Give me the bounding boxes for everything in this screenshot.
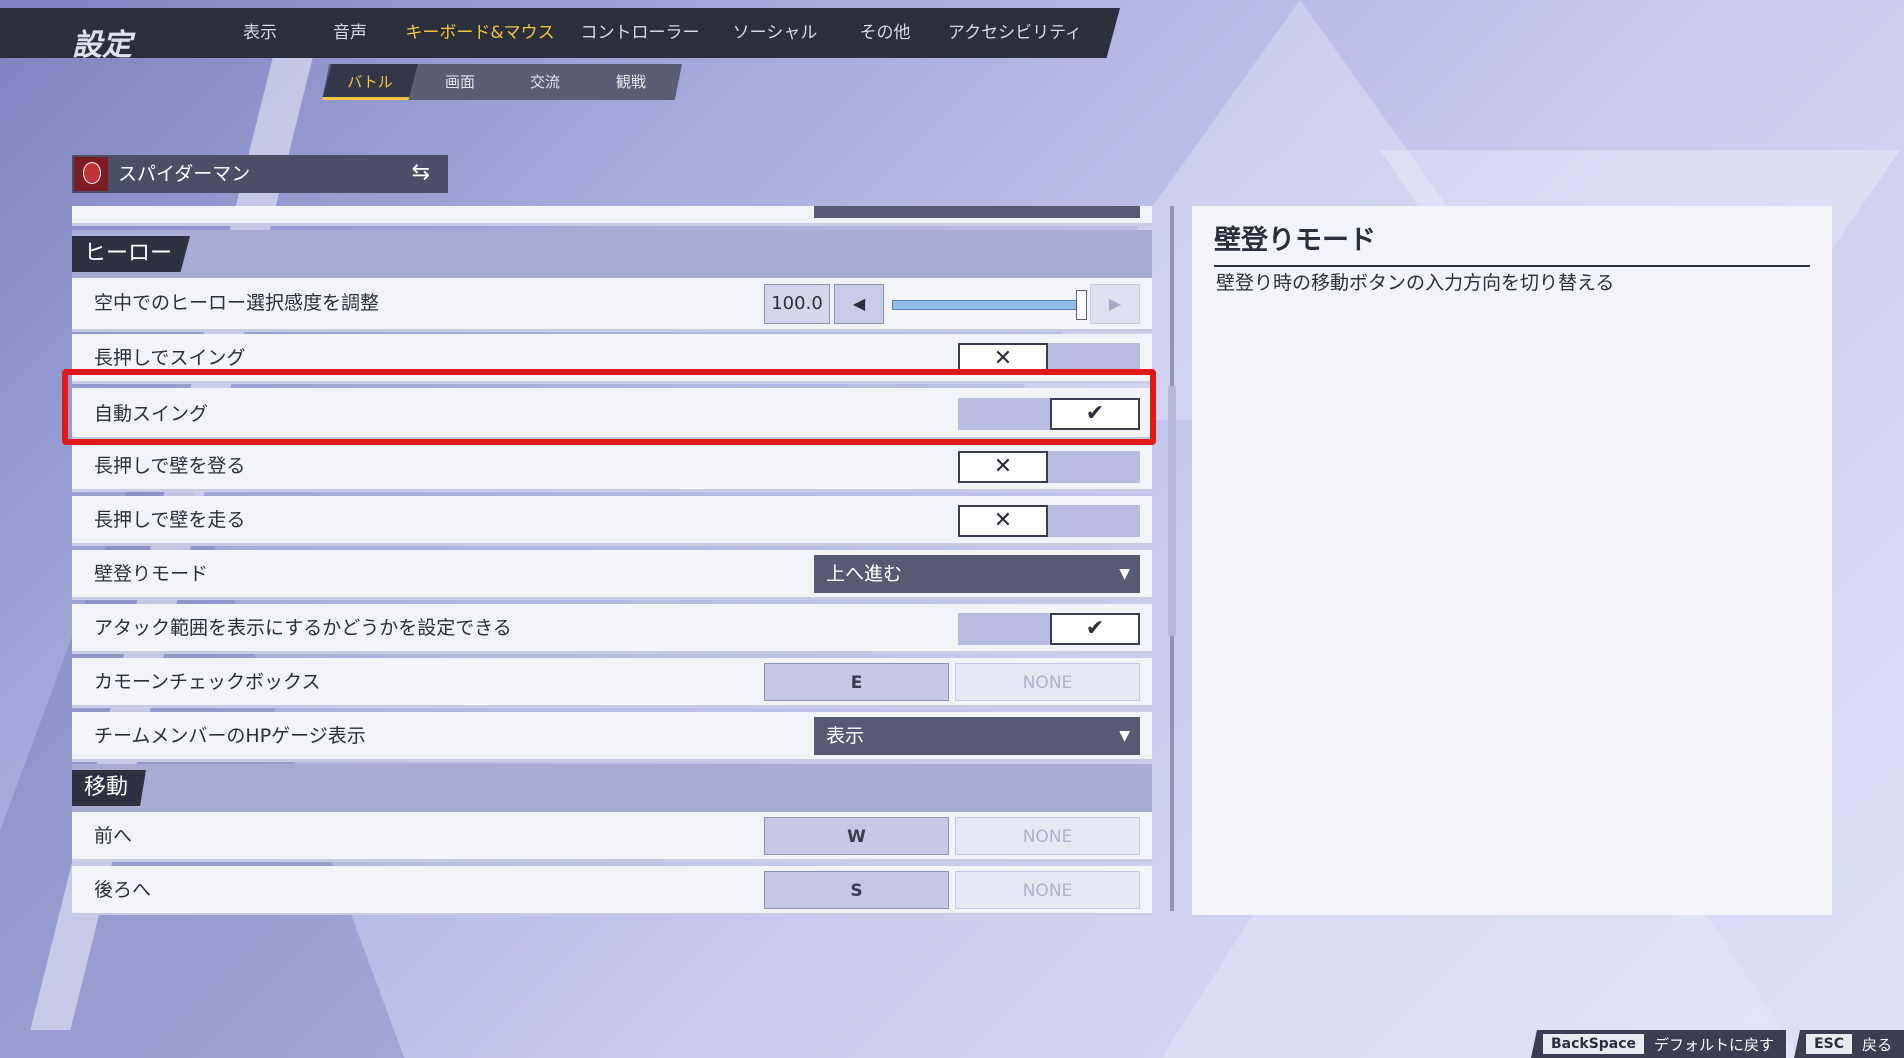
- attack-range-toggle[interactable]: ✔: [958, 613, 1140, 645]
- main-tabs: 表示 音声 キーボード&マウス コントローラー ソーシャル その他 アクセシビリ…: [220, 8, 1090, 58]
- primary-keybind[interactable]: W: [764, 817, 949, 855]
- top-nav-bar: 設定 表示 音声 キーボード&マウス コントローラー ソーシャル その他 アクセ…: [0, 8, 1120, 58]
- reset-default-button[interactable]: BackSpace デフォルトに戻す: [1530, 1030, 1787, 1058]
- scrollbar[interactable]: [1168, 206, 1176, 911]
- setting-label: 壁登りモード: [94, 563, 209, 585]
- secondary-keybind[interactable]: NONE: [955, 871, 1140, 909]
- primary-keybind[interactable]: E: [764, 663, 949, 701]
- team-hp-dropdown[interactable]: 表示 ▼: [814, 717, 1140, 755]
- setting-label: 後ろへ: [94, 879, 152, 901]
- row-forward: 前へ W NONE: [72, 812, 1152, 862]
- tab-other[interactable]: その他: [830, 8, 940, 58]
- check-icon[interactable]: ✔: [1050, 613, 1140, 645]
- hint-label: 戻る: [1861, 1035, 1892, 1054]
- row-camo-checkbox: カモーンチェックボックス E NONE: [72, 658, 1152, 708]
- page-title: 設定: [72, 28, 132, 63]
- subtab-battle[interactable]: バトル: [322, 64, 418, 100]
- setting-label: 空中でのヒーロー選択感度を調整: [94, 292, 380, 314]
- setting-label: 前へ: [94, 825, 133, 847]
- hold-climb-toggle[interactable]: ✕: [958, 451, 1140, 483]
- sensitivity-slider[interactable]: 100.0 ◀ ▶: [764, 284, 1140, 324]
- key-hint: BackSpace: [1542, 1034, 1645, 1054]
- description-text: 壁登り時の移動ボタンの入力方向を切り替える: [1216, 272, 1615, 294]
- table-row-partial: [72, 206, 1152, 226]
- tab-accessibility[interactable]: アクセシビリティ: [940, 8, 1090, 58]
- cross-icon[interactable]: ✕: [958, 451, 1048, 483]
- triangle-down-icon: ▼: [1119, 566, 1130, 582]
- section-title: 移動: [72, 770, 147, 806]
- row-team-hp: チームメンバーのHPゲージ表示 表示 ▼: [72, 712, 1152, 762]
- climb-mode-dropdown[interactable]: 上へ進む ▼: [814, 555, 1140, 593]
- back-button[interactable]: ESC 戻る: [1794, 1030, 1904, 1058]
- row-attack-range: アタック範囲を表示にするかどうかを設定できる ✔: [72, 604, 1152, 654]
- row-hold-run: 長押しで壁を走る ✕: [72, 496, 1152, 546]
- slider-value[interactable]: 100.0: [764, 284, 830, 324]
- description-title: 壁登りモード: [1214, 218, 1810, 267]
- primary-keybind[interactable]: S: [764, 871, 949, 909]
- row-climb-mode: 壁登りモード 上へ進む ▼: [72, 550, 1152, 600]
- settings-list: ヒーロー 空中でのヒーロー選択感度を調整 100.0 ◀ ▶ 長押しでスイング …: [72, 206, 1152, 915]
- dropdown-partial[interactable]: [814, 206, 1140, 218]
- triangle-down-icon: ▼: [1119, 728, 1130, 744]
- hint-label: デフォルトに戻す: [1654, 1035, 1775, 1054]
- section-hero: ヒーロー: [72, 230, 1152, 278]
- secondary-keybind[interactable]: NONE: [955, 663, 1140, 701]
- highlight-frame: [62, 369, 1156, 445]
- hold-run-toggle[interactable]: ✕: [958, 505, 1140, 537]
- hero-avatar: [74, 157, 108, 191]
- subtab-interaction[interactable]: 交流: [502, 64, 588, 100]
- swap-icon[interactable]: ⇆: [412, 160, 430, 185]
- key-hint: ESC: [1806, 1034, 1852, 1054]
- hero-selector[interactable]: スパイダーマン ⇆: [72, 155, 448, 193]
- keybind-group: W NONE: [764, 817, 1140, 855]
- slider-handle[interactable]: [1076, 290, 1087, 320]
- tab-audio[interactable]: 音声: [300, 8, 400, 58]
- increase-icon[interactable]: ▶: [1090, 284, 1140, 324]
- footer-hints: BackSpace デフォルトに戻す ESC 戻る: [1523, 1030, 1904, 1058]
- setting-label: カモーンチェックボックス: [94, 671, 321, 693]
- row-hold-climb: 長押しで壁を登る ✕: [72, 442, 1152, 492]
- dropdown-value: 表示: [826, 725, 865, 747]
- description-panel: 壁登りモード 壁登り時の移動ボタンの入力方向を切り替える: [1192, 206, 1832, 915]
- setting-label: チームメンバーのHPゲージ表示: [94, 725, 366, 747]
- cross-icon[interactable]: ✕: [958, 505, 1048, 537]
- row-air-sensitivity: 空中でのヒーロー選択感度を調整 100.0 ◀ ▶: [72, 278, 1152, 332]
- keybind-group: S NONE: [764, 871, 1140, 909]
- row-backward: 後ろへ S NONE: [72, 866, 1152, 915]
- tab-controller[interactable]: コントローラー: [560, 8, 720, 58]
- setting-label: 長押しで壁を走る: [94, 509, 246, 531]
- tab-keyboard-mouse[interactable]: キーボード&マウス: [400, 8, 560, 58]
- dropdown-value: 上へ進む: [826, 563, 903, 585]
- keybind-group: E NONE: [764, 663, 1140, 701]
- secondary-keybind[interactable]: NONE: [955, 817, 1140, 855]
- slider-track[interactable]: [892, 300, 1082, 310]
- subtab-spectate[interactable]: 観戦: [588, 64, 674, 100]
- tab-display[interactable]: 表示: [220, 8, 300, 58]
- tab-social[interactable]: ソーシャル: [720, 8, 830, 58]
- decrease-icon[interactable]: ◀: [834, 284, 884, 324]
- setting-label: 長押しで壁を登る: [94, 455, 246, 477]
- section-move: 移動: [72, 764, 1152, 812]
- sub-tabs: バトル 画面 交流 観戦: [322, 64, 682, 100]
- subtab-screen[interactable]: 画面: [418, 64, 502, 100]
- setting-label: アタック範囲を表示にするかどうかを設定できる: [94, 617, 512, 639]
- hero-name: スパイダーマン: [118, 163, 251, 185]
- scrollbar-thumb[interactable]: [1168, 386, 1176, 636]
- section-title: ヒーロー: [72, 236, 191, 272]
